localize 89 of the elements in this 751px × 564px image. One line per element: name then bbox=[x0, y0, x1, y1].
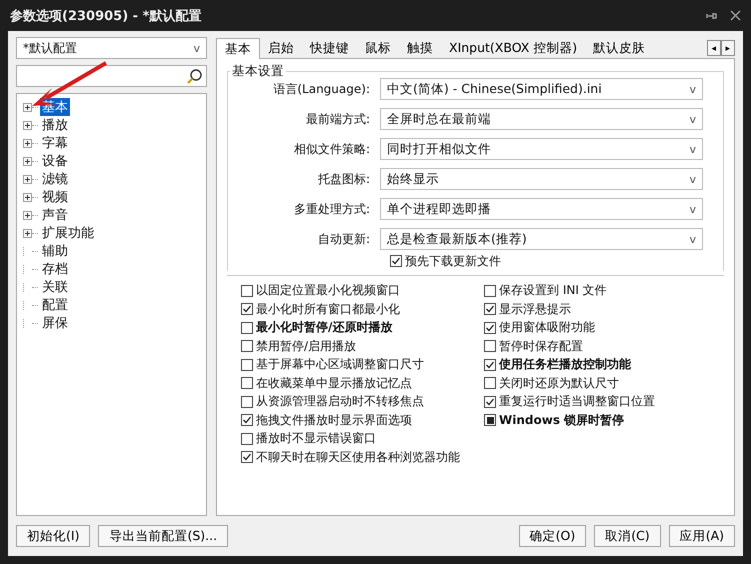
field-label: 语言(Language): bbox=[272, 80, 371, 98]
dropdown[interactable]: 单个进程即选即播 v bbox=[380, 198, 703, 220]
expand-icon[interactable] bbox=[23, 174, 32, 184]
option-label[interactable]: 不聊天时在聊天区使用各种浏览器功能 bbox=[256, 448, 460, 466]
expand-icon[interactable] bbox=[23, 156, 32, 166]
option-label[interactable]: 暂停时保存配置 bbox=[499, 338, 583, 355]
expand-icon[interactable] bbox=[23, 102, 32, 112]
close-icon[interactable] bbox=[730, 10, 741, 21]
option-label[interactable]: 使用窗体吸附功能 bbox=[499, 319, 595, 336]
checkbox[interactable] bbox=[484, 303, 496, 316]
option-label[interactable]: 基于屏幕中心区域调整窗口尺寸 bbox=[256, 356, 424, 374]
option-label[interactable]: 从资源管理器启动时不转移焦点 bbox=[256, 393, 424, 410]
checkbox[interactable] bbox=[484, 358, 496, 371]
checkbox[interactable] bbox=[241, 396, 253, 408]
dropdown[interactable]: 同时打开相似文件 v bbox=[380, 138, 703, 160]
field-label: 相似文件策略: bbox=[292, 140, 371, 158]
checkbox[interactable] bbox=[241, 414, 253, 426]
option-label[interactable]: 禁用暂停/启用播放 bbox=[256, 338, 356, 355]
tree-item[interactable]: 扩展功能 bbox=[40, 224, 96, 242]
expand-icon[interactable] bbox=[23, 210, 32, 220]
tree-item[interactable]: 设备 bbox=[40, 152, 70, 170]
footer-button[interactable]: 导出当前配置(S)... bbox=[98, 525, 228, 547]
checkbox[interactable] bbox=[484, 284, 496, 297]
tree-item[interactable]: 辅助 bbox=[40, 242, 70, 260]
option-label[interactable]: 预先下载更新文件 bbox=[405, 252, 501, 270]
tab[interactable]: 快捷键 bbox=[302, 39, 357, 58]
checkbox[interactable] bbox=[241, 284, 253, 297]
option-label[interactable]: 关闭时还原为默认尺寸 bbox=[499, 374, 619, 392]
expand-icon[interactable] bbox=[23, 228, 32, 238]
tree-item[interactable]: 滤镜 bbox=[40, 170, 70, 188]
expand-icon[interactable] bbox=[23, 192, 32, 202]
tree-item[interactable]: 存档 bbox=[40, 260, 70, 278]
checkbox[interactable] bbox=[241, 451, 253, 464]
option-label[interactable]: Windows 锁屏时暂停 bbox=[499, 412, 624, 429]
option-label[interactable]: 保存设置到 INI 文件 bbox=[499, 282, 607, 300]
dropdown[interactable]: 总是检查最新版本(推荐) v bbox=[380, 228, 703, 250]
search-field[interactable] bbox=[16, 65, 207, 87]
expand-icon[interactable] bbox=[23, 138, 32, 148]
footer-button[interactable]: 确定(O) bbox=[518, 525, 586, 547]
field-label: 最前端方式: bbox=[304, 110, 371, 128]
tree-item[interactable]: 配置 bbox=[40, 296, 70, 314]
option-label[interactable]: 播放时不显示错误窗口 bbox=[256, 430, 376, 448]
checkbox[interactable] bbox=[241, 322, 253, 334]
tab[interactable]: 基本 bbox=[216, 38, 260, 59]
tree-item[interactable]: 视频 bbox=[40, 188, 70, 206]
dropdown[interactable]: 中文(简体) - Chinese(Simplified).ini v bbox=[380, 78, 703, 100]
checkbox[interactable] bbox=[241, 432, 253, 445]
scroll-right-button[interactable]: ▸ bbox=[721, 40, 735, 56]
checkbox[interactable] bbox=[241, 358, 253, 371]
checkbox[interactable] bbox=[484, 414, 496, 426]
tab[interactable]: XInput(XBOX 控制器) bbox=[441, 39, 586, 58]
checkbox[interactable] bbox=[241, 303, 253, 316]
field-label: 多重处理方式: bbox=[292, 200, 371, 218]
tree-item[interactable]: 字幕 bbox=[40, 134, 70, 152]
checkbox[interactable] bbox=[484, 377, 496, 390]
option-label[interactable]: 在收藏菜单中显示播放记忆点 bbox=[256, 374, 412, 392]
profile-dropdown[interactable]: *默认配置 v bbox=[16, 37, 207, 59]
tree-item[interactable]: 声音 bbox=[40, 206, 70, 224]
option-label[interactable]: 显示浮悬提示 bbox=[499, 300, 571, 318]
option-label[interactable]: 拖拽文件播放时显示界面选项 bbox=[256, 412, 412, 429]
checkbox[interactable] bbox=[241, 377, 253, 390]
footer-button[interactable]: 初始化(I) bbox=[16, 525, 90, 547]
field-label: 自动更新: bbox=[316, 230, 371, 248]
tree-item[interactable]: 关联 bbox=[40, 278, 70, 296]
option-label[interactable]: 以固定位置最小化视频窗口 bbox=[256, 282, 400, 300]
dropdown[interactable]: 始终显示 v bbox=[380, 168, 703, 190]
field-label: 托盘图标: bbox=[316, 170, 371, 188]
checkbox[interactable] bbox=[484, 396, 496, 408]
option-label[interactable]: 使用任务栏播放控制功能 bbox=[499, 356, 631, 374]
tab[interactable]: 触摸 bbox=[399, 39, 441, 58]
checkbox[interactable] bbox=[390, 255, 402, 268]
search-icon[interactable] bbox=[186, 68, 203, 84]
tree-item[interactable]: 屏保 bbox=[40, 314, 70, 332]
checkbox[interactable] bbox=[484, 340, 496, 352]
footer-button[interactable]: 取消(C) bbox=[594, 525, 661, 547]
checkbox[interactable] bbox=[241, 340, 253, 352]
scroll-left-button[interactable]: ◂ bbox=[707, 40, 721, 56]
expand-icon[interactable] bbox=[23, 120, 32, 130]
footer-button[interactable]: 应用(A) bbox=[668, 525, 735, 547]
tab[interactable]: 启始 bbox=[260, 39, 302, 58]
tree-item[interactable]: 播放 bbox=[40, 116, 70, 134]
option-label[interactable]: 最小化时暂停/还原时播放 bbox=[256, 319, 392, 336]
checkbox[interactable] bbox=[484, 322, 496, 334]
tab[interactable]: 鼠标 bbox=[357, 39, 399, 58]
window-title: 参数选项(230905) - *默认配置 bbox=[10, 8, 202, 24]
option-label[interactable]: 重复运行时适当调整窗口位置 bbox=[499, 393, 655, 410]
option-label[interactable]: 最小化时所有窗口都最小化 bbox=[256, 300, 400, 318]
dropdown[interactable]: 全屏时总在最前端 v bbox=[380, 108, 703, 130]
tab[interactable]: 默认皮肤 bbox=[585, 39, 654, 58]
